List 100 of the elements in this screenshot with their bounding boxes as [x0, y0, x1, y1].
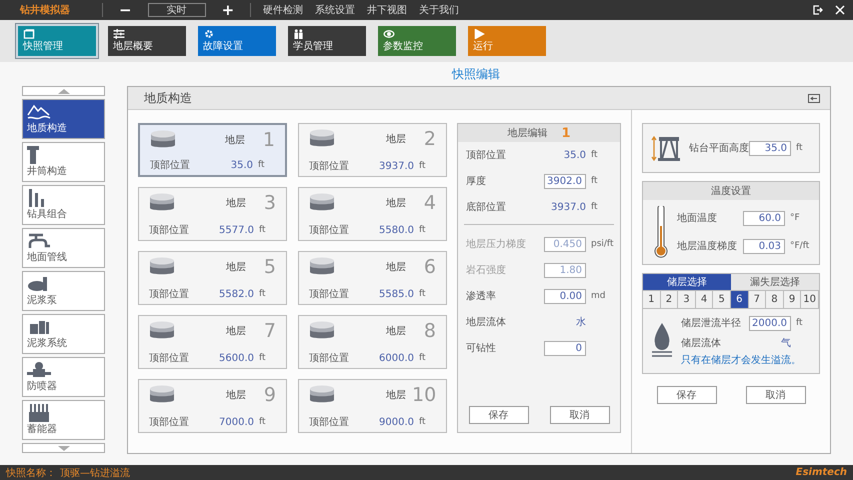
- unit-label: ft: [419, 289, 426, 299]
- number-field[interactable]: 60.0: [743, 210, 785, 226]
- sidebar-item[interactable]: 井筒构造: [22, 142, 105, 182]
- layer-label: 地层: [226, 196, 246, 210]
- layer-card[interactable]: 地层 8 顶部位置 6000.0 ft: [298, 315, 447, 369]
- unit-label: ft: [796, 318, 803, 328]
- position-label: 顶部位置: [149, 224, 189, 237]
- number-field[interactable]: 0: [544, 340, 586, 356]
- eye-icon: [383, 29, 395, 39]
- unit-label: °F: [790, 213, 800, 223]
- sidebar-item[interactable]: 泥浆系统: [22, 314, 105, 354]
- position-label: 顶部位置: [149, 352, 189, 365]
- unit-label: ft: [591, 176, 598, 186]
- layer-card[interactable]: 地层 1 顶部位置 35.0 ft: [138, 123, 287, 177]
- sidebar-item[interactable]: 泥浆泵: [22, 271, 105, 311]
- picture-frame-icon: [23, 29, 35, 39]
- field-label: 地层温度梯度: [677, 240, 737, 253]
- position-label: 顶部位置: [149, 288, 189, 301]
- field-label: 地层流体: [466, 316, 506, 329]
- layer-card[interactable]: 地层 9 顶部位置 7000.0 ft: [138, 379, 287, 433]
- disk-stack-icon: [309, 257, 335, 277]
- number-field[interactable]: 0.00: [544, 288, 586, 304]
- thermometer-icon: [653, 206, 669, 258]
- layer-label: 地层: [386, 132, 406, 146]
- layer-number: 5: [262, 256, 276, 278]
- sidebar-item[interactable]: 钻具组合: [22, 185, 105, 225]
- field-label: 储层泄流半径: [681, 316, 741, 330]
- layer-card[interactable]: 地层 7 顶部位置 5600.0 ft: [138, 315, 287, 369]
- menu-item[interactable]: 系统设置: [315, 3, 356, 17]
- layer-card[interactable]: 地层 10 顶部位置 9000.0 ft: [298, 379, 447, 433]
- layer-card[interactable]: 地层 5 顶部位置 5582.0 ft: [138, 251, 287, 305]
- menu-item[interactable]: 关于我们: [419, 3, 460, 17]
- unit-label: ft: [796, 143, 803, 153]
- cancel-button[interactable]: 取消: [550, 406, 610, 424]
- number-field[interactable]: 35.0: [749, 140, 791, 156]
- field-label: 地面温度: [677, 212, 717, 225]
- position-label: 顶部位置: [149, 416, 189, 429]
- unit-label: ft: [259, 417, 266, 427]
- layer-label: 地层: [386, 388, 406, 402]
- field-label: 地层压力梯度: [466, 238, 526, 251]
- layer-number: 3: [262, 192, 276, 214]
- position-value: 5600.0: [219, 352, 254, 364]
- mode-field[interactable]: 实时: [148, 3, 206, 17]
- position-label: 顶部位置: [309, 352, 349, 365]
- field-value: 35.0: [564, 150, 586, 160]
- position-value: 35.0: [230, 160, 253, 170]
- tab[interactable]: 漏失层选择: [731, 274, 819, 290]
- module-button[interactable]: 学员管理: [288, 26, 366, 56]
- caret-down-icon: [58, 446, 70, 450]
- module-button[interactable]: 快照管理: [18, 26, 96, 56]
- layer-number: 7: [262, 320, 276, 342]
- layer-card[interactable]: 地层 3 顶部位置 5577.0 ft: [138, 187, 287, 241]
- save-button[interactable]: 保存: [656, 386, 716, 404]
- number-field[interactable]: 0.03: [743, 238, 785, 254]
- sidebar-item[interactable]: 地面管线: [22, 228, 105, 268]
- layer-number: 1: [561, 126, 571, 140]
- well-casing-icon: [27, 146, 39, 164]
- field-label: 渗透率: [466, 290, 496, 303]
- sidebar-item[interactable]: 蓄能器: [22, 400, 105, 440]
- position-label: 顶部位置: [309, 288, 349, 301]
- layer-label: 地层: [386, 324, 406, 338]
- layer-card[interactable]: 地层 2 顶部位置 3937.0 ft: [298, 123, 447, 177]
- increase-button[interactable]: +: [218, 2, 238, 18]
- module-button[interactable]: 地层概要: [108, 26, 186, 56]
- position-value: 5582.0: [219, 288, 254, 300]
- close-icon[interactable]: [835, 5, 845, 15]
- decrease-button[interactable]: −: [115, 2, 136, 18]
- layer-number: 6: [422, 256, 436, 278]
- gear-icon: [203, 29, 215, 39]
- collapse-icon[interactable]: [808, 94, 820, 102]
- sidebar-item[interactable]: 地质构造: [22, 99, 105, 139]
- menu-item[interactable]: 硬件检测: [263, 3, 304, 17]
- disk-stack-icon: [309, 129, 335, 149]
- field-label: 顶部位置: [466, 148, 506, 162]
- exit-icon[interactable]: [813, 5, 823, 15]
- position-value: 6000.0: [379, 352, 414, 364]
- sidebar-item[interactable]: 防喷器: [22, 357, 105, 397]
- sliders-icon: [113, 29, 125, 39]
- disk-stack-icon: [150, 130, 176, 150]
- tab[interactable]: 储层选择: [643, 274, 731, 290]
- unit-label: ft: [419, 161, 426, 171]
- layer-label: 地层: [226, 260, 246, 274]
- cancel-button[interactable]: 取消: [746, 386, 806, 404]
- unit-label: md: [591, 291, 606, 301]
- module-button[interactable]: 故障设置: [198, 26, 276, 56]
- layer-number-tab[interactable]: 6: [730, 291, 749, 308]
- number-field[interactable]: 2000.0: [749, 316, 791, 330]
- field-label: 可钻性: [466, 342, 496, 355]
- field-label: 厚度: [466, 174, 486, 188]
- save-button[interactable]: 保存: [468, 406, 528, 424]
- module-button[interactable]: 参数监控: [378, 26, 456, 56]
- layer-card[interactable]: 地层 6 顶部位置 5585.0 ft: [298, 251, 447, 305]
- layer-card[interactable]: 地层 4 顶部位置 5580.0 ft: [298, 187, 447, 241]
- layer-number-tab[interactable]: 10: [801, 291, 819, 308]
- unit-label: ft: [259, 225, 266, 235]
- menu-item[interactable]: 井下视图: [367, 3, 408, 17]
- caret-up-icon: [58, 88, 70, 94]
- unit-label: ft: [419, 353, 426, 363]
- number-field[interactable]: 3902.0: [544, 174, 586, 188]
- rig-floor-icon: [651, 135, 681, 161]
